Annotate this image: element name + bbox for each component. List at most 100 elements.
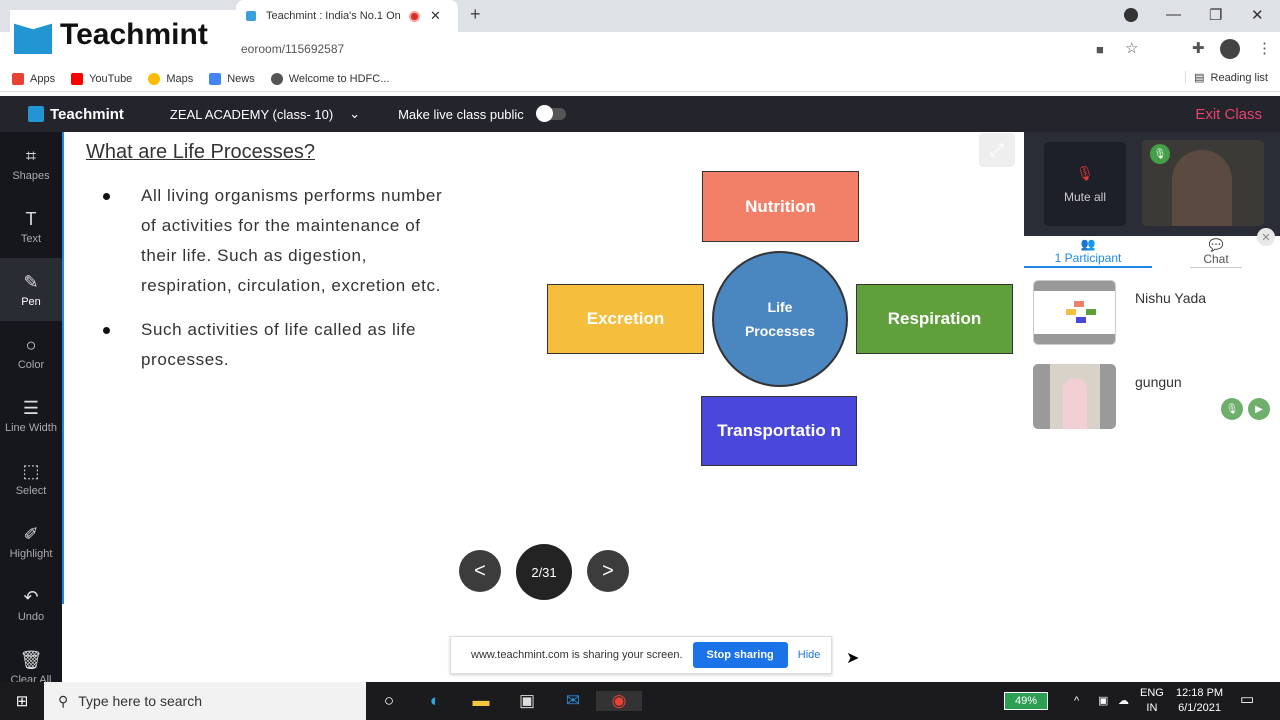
bookmark-maps[interactable]: Maps <box>148 72 194 85</box>
tab-chat[interactable]: 💬 Chat <box>1190 236 1242 268</box>
next-slide-button[interactable]: > <box>587 550 629 592</box>
meet-now-icon[interactable]: ▣ <box>1098 694 1108 709</box>
mute-all-button[interactable]: 🎙 Mute all <box>1044 142 1126 226</box>
reading-list-button[interactable]: ▤ Reading list <box>1185 71 1268 84</box>
bookmark-youtube[interactable]: YouTube <box>71 72 132 85</box>
pen-icon: ✎ <box>23 271 39 292</box>
chrome-icon[interactable]: ◉ <box>596 691 642 711</box>
tool-label: Color <box>17 358 45 371</box>
tool-select[interactable]: ⬚ Select <box>0 447 62 510</box>
video-feed <box>1172 150 1232 226</box>
maps-icon <box>148 72 161 85</box>
tool-color[interactable]: ○ Color <box>0 321 62 384</box>
edge-icon[interactable]: ◐ <box>412 691 458 711</box>
tab-close-icon[interactable]: ✕ <box>430 8 441 24</box>
apps-grid-icon <box>12 72 24 85</box>
tool-highlight[interactable]: ✐ Highlight <box>0 510 62 573</box>
mute-all-label: Mute all <box>1063 189 1107 204</box>
bullet-line: their life. Such as digestion, <box>141 246 367 265</box>
bookmark-apps[interactable]: Apps <box>12 72 55 85</box>
diagram-node-nutrition: Nutrition <box>702 171 859 242</box>
diagram-node-transportation: Transportatio n <box>701 396 857 466</box>
share-message: www.teachmint.com is sharing your screen… <box>471 649 683 661</box>
date: 6/1/2021 <box>1178 702 1221 714</box>
onedrive-icon[interactable]: ☁ <box>1118 694 1129 709</box>
globe-icon <box>270 72 283 85</box>
make-public-toggle[interactable] <box>535 105 566 122</box>
search-icon: ⚲ <box>58 692 69 709</box>
stop-sharing-button[interactable]: Stop sharing <box>692 642 788 668</box>
mic-muted-icon: 🎙 <box>1076 164 1094 181</box>
tool-pen[interactable]: ✎ Pen <box>0 258 62 321</box>
minimize-button[interactable]: — <box>1166 6 1181 23</box>
select-icon: ⬚ <box>22 460 40 481</box>
restore-button[interactable]: ❐ <box>1209 6 1222 24</box>
participant-thumbnail <box>1033 364 1116 429</box>
tab-favicon-icon <box>246 11 256 21</box>
participant-video-icon[interactable]: ▶ <box>1248 398 1270 420</box>
close-panel-icon[interactable]: ✕ <box>1257 228 1275 246</box>
tool-label: Select <box>15 484 47 497</box>
mail-icon[interactable]: ✉ <box>550 691 596 711</box>
clear-all-icon: 🗑 <box>19 649 43 670</box>
bullet-line: respiration, circulation, excretion etc. <box>141 276 441 295</box>
language-indicator[interactable]: ENG IN <box>1140 686 1164 716</box>
profile-avatar[interactable] <box>1220 39 1240 59</box>
tool-shapes[interactable]: ⌗ Shapes <box>0 132 62 195</box>
windows-start-icon[interactable]: ⊞ <box>0 692 44 710</box>
tool-undo[interactable]: ↶ Undo <box>0 573 62 636</box>
bullet-line: Such activities of life called as life <box>141 320 417 339</box>
tool-text[interactable]: T Text <box>0 195 62 258</box>
tab-label: 1 Participant <box>1054 251 1122 265</box>
bookmark-label: News <box>227 72 255 85</box>
node-label: Transportatio n <box>717 421 841 440</box>
prev-slide-button[interactable]: < <box>459 550 501 592</box>
close-window-button[interactable]: ✕ <box>1251 6 1264 24</box>
cortana-icon[interactable]: ○ <box>366 691 412 711</box>
tray-expand-icon[interactable]: ^ <box>1074 694 1079 709</box>
diagram-center-life-processes: Life Processes <box>712 251 848 387</box>
page-indicator: 2/31 <box>516 544 572 600</box>
browser-tab[interactable]: Teachmint : India's No.1 Onl ✕ <box>236 0 458 32</box>
undo-icon: ↶ <box>23 586 39 607</box>
watermark-text: Teachmint <box>60 18 208 51</box>
extensions-icon[interactable]: ✚ <box>1192 39 1205 57</box>
participant-thumbnail <box>1033 280 1116 345</box>
hide-button[interactable]: Hide <box>798 649 821 661</box>
class-selector[interactable]: ZEAL ACADEMY (class- 10) ⌄ <box>170 106 360 122</box>
notifications-icon[interactable]: ▭ <box>1240 692 1254 707</box>
fullscreen-expand-icon[interactable]: ⤢ <box>979 133 1015 167</box>
battery-indicator[interactable]: 49% <box>1004 692 1048 710</box>
profile-menu-icon[interactable] <box>1124 8 1138 22</box>
bookmark-news[interactable]: News <box>209 72 255 85</box>
exit-class-button[interactable]: Exit Class <box>1195 106 1262 123</box>
participants-icon: 👥 <box>1080 237 1096 251</box>
new-tab-button[interactable]: + <box>470 4 481 25</box>
toolbar-sidebar: ⌗ Shapes T Text ✎ Pen ○ Color ☰ Line Width ⬚ Select… <box>0 132 62 686</box>
clock[interactable]: 12:18 PM 6/1/2021 <box>1176 686 1223 716</box>
bullet-dot-icon <box>103 327 110 334</box>
menu-icon[interactable]: ⋮ <box>1257 39 1272 57</box>
bullet-line: of activities for the maintenance of <box>141 216 421 235</box>
center-label-line: Processes <box>744 323 816 339</box>
tab-participants[interactable]: 👥 1 Participant <box>1024 236 1152 268</box>
tool-line-width[interactable]: ☰ Line Width <box>0 384 62 447</box>
app-header: Teachmint ZEAL ACADEMY (class- 10) ⌄ Make… <box>0 96 1280 132</box>
url-field[interactable]: eoroom/115692587 <box>241 42 344 56</box>
windows-taskbar: ⊞ ⚲ Type here to search ○ ◐ ▬ ▣ ✉ ◉ <box>0 682 1280 720</box>
file-explorer-icon[interactable]: ▬ <box>458 691 504 711</box>
bookmark-label: Maps <box>166 72 194 85</box>
node-label: Respiration <box>887 309 982 328</box>
bookmark-star-icon[interactable]: ☆ <box>1125 39 1138 57</box>
reading-list-label: Reading list <box>1210 71 1268 84</box>
participant-mic-icon[interactable]: 🎙 <box>1221 398 1243 420</box>
camera-icon[interactable]: ■ <box>1096 42 1104 57</box>
store-icon[interactable]: ▣ <box>504 691 550 711</box>
teacher-video-tile: 🎙 <box>1142 140 1264 226</box>
recording-icon <box>409 10 420 22</box>
taskbar-search[interactable]: ⚲ Type here to search <box>44 682 366 720</box>
time: 12:18 PM <box>1176 687 1224 699</box>
bullet-dot-icon <box>103 193 110 200</box>
bookmark-hdfc[interactable]: Welcome to HDFC... <box>270 72 389 85</box>
diagram-node-excretion: Excretion <box>547 284 704 354</box>
